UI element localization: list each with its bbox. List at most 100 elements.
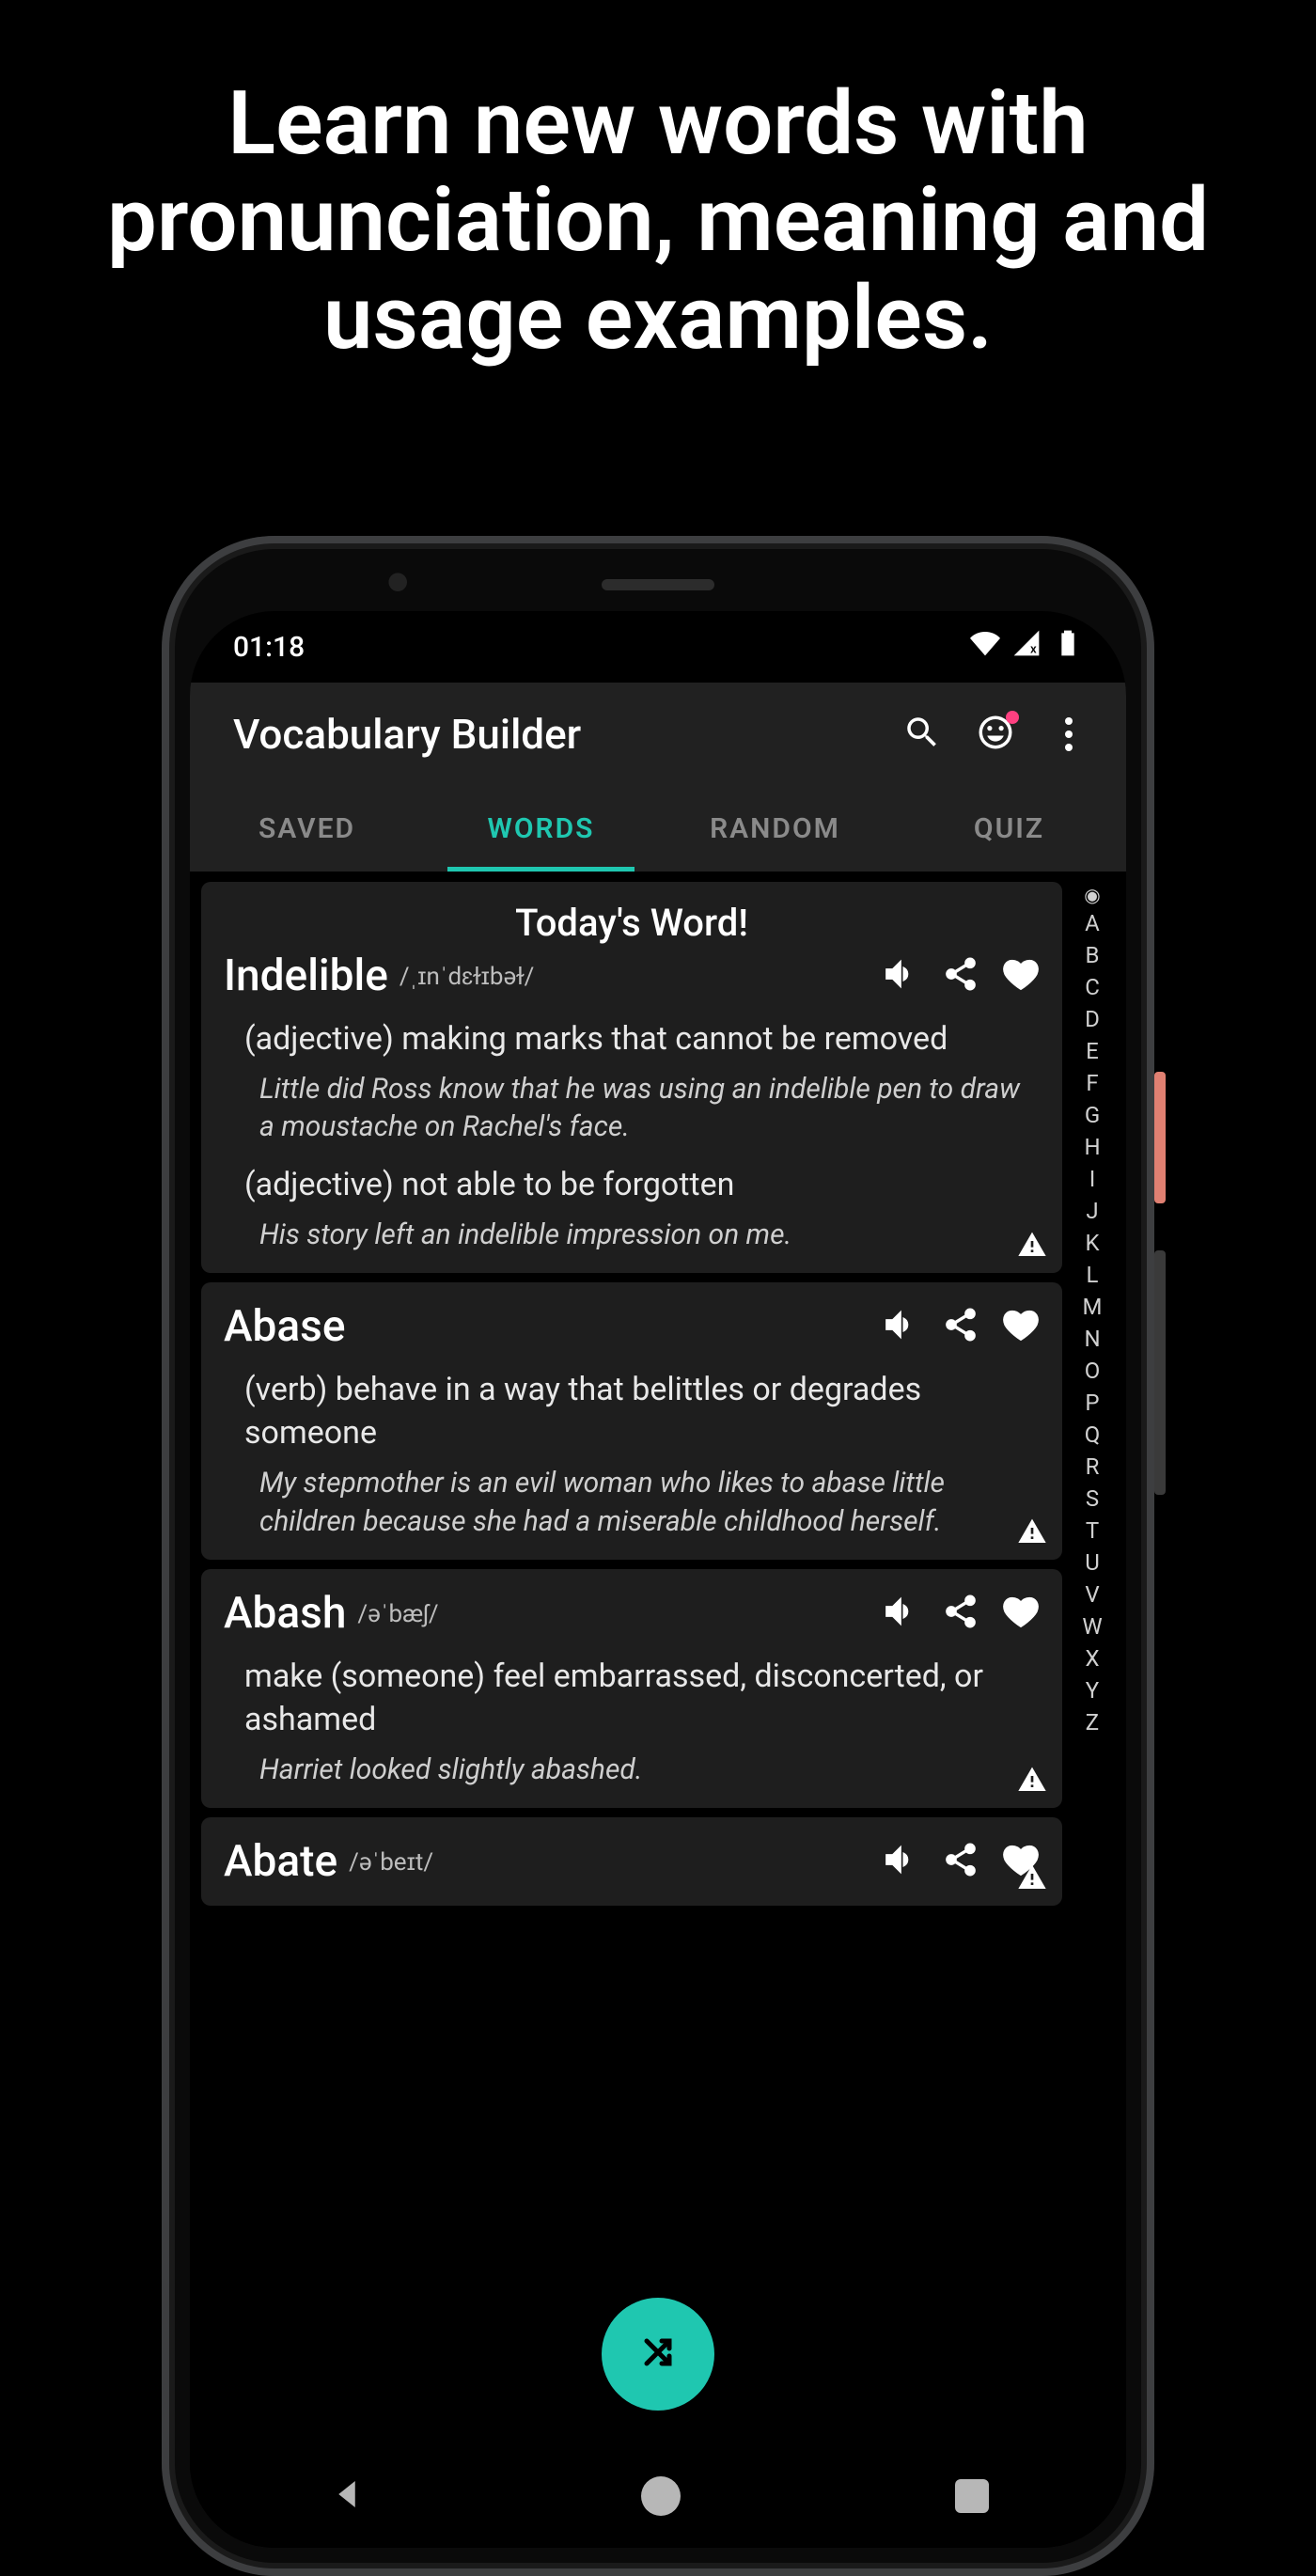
alpha-index-letter[interactable]: Q bbox=[1085, 1422, 1101, 1448]
phone-camera bbox=[387, 572, 414, 598]
alpha-index[interactable]: ◉ ABCDEFGHIJKLMNOPQRSTUVWXYZ bbox=[1068, 886, 1117, 2431]
alpha-index-letter[interactable]: T bbox=[1086, 1517, 1099, 1544]
alpha-index-letter[interactable]: Z bbox=[1086, 1709, 1099, 1736]
speak-button[interactable] bbox=[882, 1841, 919, 1882]
app-title: Vocabulary Builder bbox=[233, 710, 882, 759]
signal-icon: x bbox=[1011, 628, 1042, 666]
alpha-index-target-icon[interactable]: ◉ bbox=[1084, 886, 1100, 904]
word-card[interactable]: Abate/əˈbeɪt/ bbox=[201, 1817, 1062, 1906]
nav-recent-button[interactable] bbox=[955, 2479, 989, 2513]
alpha-index-letter[interactable]: J bbox=[1086, 1198, 1098, 1224]
word-example: Harriet looked slightly abashed. bbox=[224, 1751, 1040, 1790]
overflow-menu-button[interactable] bbox=[1036, 701, 1102, 767]
alpha-index-letter[interactable]: M bbox=[1083, 1294, 1103, 1320]
content-area: Today's Word! Indelible/ˌɪnˈdɛɫɪbəɫ/ (ad… bbox=[190, 872, 1126, 2444]
shuffle-fab[interactable] bbox=[602, 2298, 714, 2411]
alpha-index-letter[interactable]: B bbox=[1086, 942, 1100, 968]
speak-button[interactable] bbox=[882, 1306, 919, 1347]
shuffle-icon bbox=[635, 2330, 681, 2379]
tab-random[interactable]: RANDOM bbox=[658, 786, 892, 872]
report-button[interactable] bbox=[1017, 1230, 1047, 1264]
word-card[interactable]: Abase (verb) behave in a way that belitt… bbox=[201, 1282, 1062, 1560]
alpha-index-letter[interactable]: C bbox=[1085, 974, 1100, 1000]
favorite-button[interactable] bbox=[1002, 955, 1040, 997]
wifi-icon bbox=[970, 628, 1000, 666]
word-example: His story left an indelible impression o… bbox=[224, 1217, 1040, 1255]
favorite-button[interactable] bbox=[1002, 1306, 1040, 1347]
alpha-index-letter[interactable]: L bbox=[1087, 1262, 1099, 1288]
word-example: Little did Ross know that he was using a… bbox=[224, 1071, 1040, 1147]
screen: 01:18 x Vocabulary Builder bbox=[190, 611, 1126, 2548]
marketing-headline: Learn new words with pronunciation, mean… bbox=[0, 75, 1316, 367]
today-label: Today's Word! bbox=[224, 901, 1040, 945]
tab-saved[interactable]: SAVED bbox=[190, 786, 424, 872]
tab-quiz[interactable]: QUIZ bbox=[892, 786, 1126, 872]
favorite-button[interactable] bbox=[1002, 1593, 1040, 1634]
word-title: Abase bbox=[224, 1301, 345, 1352]
status-bar: 01:18 x bbox=[190, 611, 1126, 683]
search-icon bbox=[902, 713, 942, 756]
share-button[interactable] bbox=[942, 1306, 979, 1347]
word-definition: (verb) behave in a way that belittles or… bbox=[224, 1369, 1040, 1455]
alpha-index-letter[interactable]: R bbox=[1086, 1453, 1100, 1480]
alpha-index-letter[interactable]: Y bbox=[1086, 1677, 1099, 1704]
appbar: Vocabulary Builder bbox=[190, 683, 1126, 786]
status-time: 01:18 bbox=[233, 631, 305, 664]
report-button[interactable] bbox=[1017, 1516, 1047, 1550]
alpha-index-letter[interactable]: N bbox=[1084, 1326, 1100, 1352]
word-definition: (adjective) making marks that cannot be … bbox=[224, 1018, 1040, 1061]
share-button[interactable] bbox=[942, 1841, 979, 1882]
share-button[interactable] bbox=[942, 955, 979, 997]
alpha-index-letter[interactable]: V bbox=[1085, 1581, 1099, 1608]
word-example: My stepmother is an evil woman who likes… bbox=[224, 1465, 1040, 1541]
word-pronunciation: /ˌɪnˈdɛɫɪbəɫ/ bbox=[400, 962, 535, 991]
tab-bar: SAVEDWORDSRANDOMQUIZ bbox=[190, 786, 1126, 872]
alpha-index-letter[interactable]: S bbox=[1086, 1485, 1099, 1512]
status-icons: x bbox=[970, 628, 1083, 666]
phone-speaker bbox=[602, 579, 714, 590]
volume-button bbox=[1154, 1250, 1166, 1495]
battery-icon bbox=[1053, 628, 1083, 666]
word-card[interactable]: Today's Word! Indelible/ˌɪnˈdɛɫɪbəɫ/ (ad… bbox=[201, 882, 1062, 1273]
alpha-index-letter[interactable]: K bbox=[1085, 1230, 1099, 1256]
report-button[interactable] bbox=[1017, 1862, 1047, 1896]
report-button[interactable] bbox=[1017, 1765, 1047, 1798]
android-navbar bbox=[190, 2444, 1126, 2548]
nav-home-button[interactable] bbox=[641, 2476, 681, 2516]
nav-back-button[interactable] bbox=[327, 2474, 367, 2518]
speak-button[interactable] bbox=[882, 1593, 919, 1634]
notification-dot bbox=[1006, 711, 1019, 724]
word-pronunciation: /əˈbæʃ/ bbox=[357, 1599, 438, 1628]
power-button bbox=[1154, 1072, 1166, 1203]
svg-text:x: x bbox=[1030, 643, 1037, 657]
alpha-index-letter[interactable]: F bbox=[1086, 1070, 1098, 1096]
word-definition: make (someone) feel embarrassed, disconc… bbox=[224, 1656, 1040, 1742]
tab-words[interactable]: WORDS bbox=[424, 786, 658, 872]
phone-frame: 01:18 x Vocabulary Builder bbox=[162, 536, 1154, 2576]
alpha-index-letter[interactable]: W bbox=[1082, 1613, 1102, 1640]
kebab-icon bbox=[1065, 730, 1073, 738]
alpha-index-letter[interactable]: G bbox=[1085, 1102, 1100, 1128]
word-title: Indelible bbox=[224, 950, 388, 1001]
alpha-index-letter[interactable]: E bbox=[1086, 1038, 1099, 1064]
word-pronunciation: /əˈbeɪt/ bbox=[349, 1847, 433, 1877]
alpha-index-letter[interactable]: D bbox=[1085, 1006, 1100, 1032]
word-title: Abash bbox=[224, 1588, 346, 1639]
share-button[interactable] bbox=[942, 1593, 979, 1634]
word-list[interactable]: Today's Word! Indelible/ˌɪnˈdɛɫɪbəɫ/ (ad… bbox=[201, 872, 1062, 2444]
word-definition: (adjective) not able to be forgotten bbox=[224, 1164, 1040, 1207]
alpha-index-letter[interactable]: A bbox=[1085, 910, 1100, 936]
circle-icon bbox=[641, 2476, 681, 2516]
alpha-index-letter[interactable]: X bbox=[1085, 1645, 1099, 1672]
alpha-index-letter[interactable]: P bbox=[1085, 1390, 1099, 1416]
word-title: Abate bbox=[224, 1836, 337, 1887]
alpha-index-letter[interactable]: I bbox=[1089, 1166, 1096, 1192]
speak-button[interactable] bbox=[882, 955, 919, 997]
search-button[interactable] bbox=[889, 701, 955, 767]
square-icon bbox=[955, 2479, 989, 2513]
word-card[interactable]: Abash/əˈbæʃ/ make (someone) feel embarra… bbox=[201, 1569, 1062, 1808]
alpha-index-letter[interactable]: O bbox=[1085, 1358, 1101, 1384]
emoji-button[interactable] bbox=[963, 701, 1028, 767]
alpha-index-letter[interactable]: U bbox=[1085, 1549, 1100, 1576]
alpha-index-letter[interactable]: H bbox=[1084, 1134, 1100, 1160]
